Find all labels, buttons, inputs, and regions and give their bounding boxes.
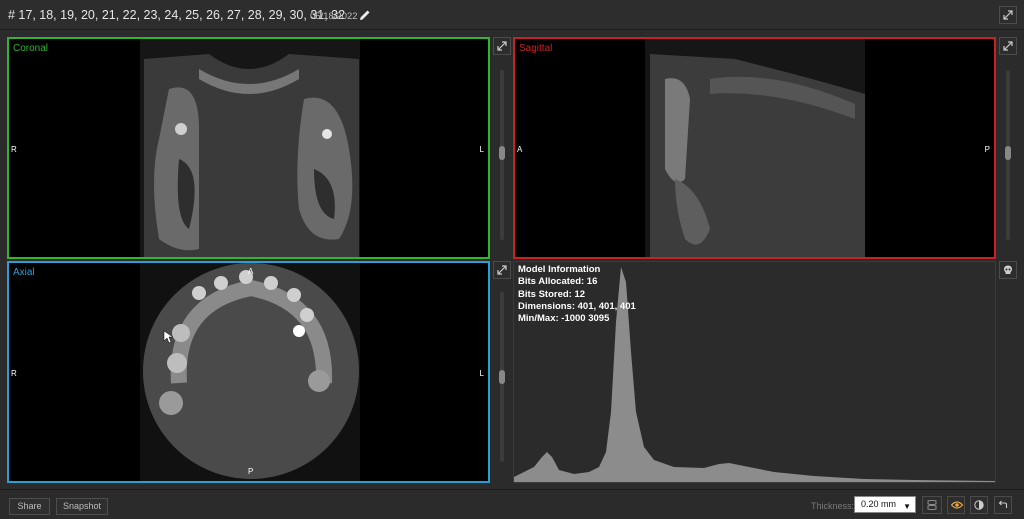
expand-icon <box>1003 41 1013 51</box>
edit-icon[interactable] <box>358 8 372 22</box>
coronal-label: Coronal <box>13 43 49 54</box>
expand-icon <box>497 265 507 275</box>
tooth-chart-button[interactable] <box>922 496 942 514</box>
axial-label: Axial <box>13 267 35 278</box>
sagittal-slider-thumb[interactable] <box>1005 146 1011 160</box>
model-info-panel: Model Information Bits Allocated: 16 Bit… <box>518 264 636 325</box>
cursor-icon <box>163 330 173 344</box>
fullscreen-button[interactable] <box>999 6 1017 24</box>
coronal-view[interactable]: Coronal R L <box>7 37 490 259</box>
undo-icon <box>998 500 1008 508</box>
orientation-bottom: P <box>248 467 254 476</box>
contrast-icon <box>974 500 984 510</box>
orientation-left: A <box>517 145 523 154</box>
share-button[interactable]: Share <box>9 498 50 515</box>
tooth-chart-icon <box>927 500 937 510</box>
eye-icon <box>951 501 963 509</box>
orientation-top: A <box>248 267 254 276</box>
expand-icon <box>1003 10 1013 20</box>
thickness-label: Thickness: <box>811 501 855 511</box>
sagittal-scan-image <box>645 39 865 257</box>
tooth-numbers-title: # 17, 18, 19, 20, 21, 22, 23, 24, 25, 26… <box>8 8 346 22</box>
axial-scan-image <box>140 263 360 481</box>
model-info-title: Model Information <box>518 264 601 275</box>
dimensions: Dimensions: 401, 401, 401 <box>518 300 636 312</box>
skull-icon <box>1004 265 1012 274</box>
contrast-button[interactable] <box>970 496 988 514</box>
thickness-select[interactable]: 0.20 mm ▼ <box>854 496 916 513</box>
bits-allocated: Bits Allocated: 16 <box>518 276 598 288</box>
coronal-expand-button[interactable] <box>493 37 511 55</box>
snapshot-button[interactable]: Snapshot <box>56 498 108 515</box>
bits-stored: Bits Stored: 12 <box>518 288 586 300</box>
axial-slider-thumb[interactable] <box>499 370 505 384</box>
min-max: Min/Max: -1000 3095 <box>518 313 610 325</box>
sagittal-expand-button[interactable] <box>999 37 1017 55</box>
coronal-slider-thumb[interactable] <box>499 146 505 160</box>
expand-icon <box>497 41 507 51</box>
orientation-right: L <box>479 369 484 378</box>
3d-view-button[interactable] <box>999 261 1017 279</box>
histogram-view: Model Information Bits Allocated: 16 Bit… <box>513 261 996 483</box>
scan-date: 05/18/2022 <box>310 11 358 22</box>
sagittal-label: Sagittal <box>519 43 553 54</box>
chevron-down-icon: ▼ <box>903 502 911 511</box>
orientation-left: R <box>11 369 17 378</box>
header-bar: # 17, 18, 19, 20, 21, 22, 23, 24, 25, 26… <box>0 0 1024 30</box>
axial-expand-button[interactable] <box>493 261 511 279</box>
orientation-left: R <box>11 145 17 154</box>
axial-view[interactable]: Axial R L A P <box>7 261 490 483</box>
viewer-app: # 17, 18, 19, 20, 21, 22, 23, 24, 25, 26… <box>0 0 1024 519</box>
coronal-scan-image <box>140 39 360 257</box>
thickness-value: 0.20 mm <box>861 499 897 509</box>
orientation-right: P <box>984 145 990 154</box>
orientation-right: L <box>479 145 484 154</box>
visibility-button[interactable] <box>947 496 965 514</box>
sagittal-view[interactable]: Sagittal A P <box>513 37 996 259</box>
reset-button[interactable] <box>994 496 1012 514</box>
